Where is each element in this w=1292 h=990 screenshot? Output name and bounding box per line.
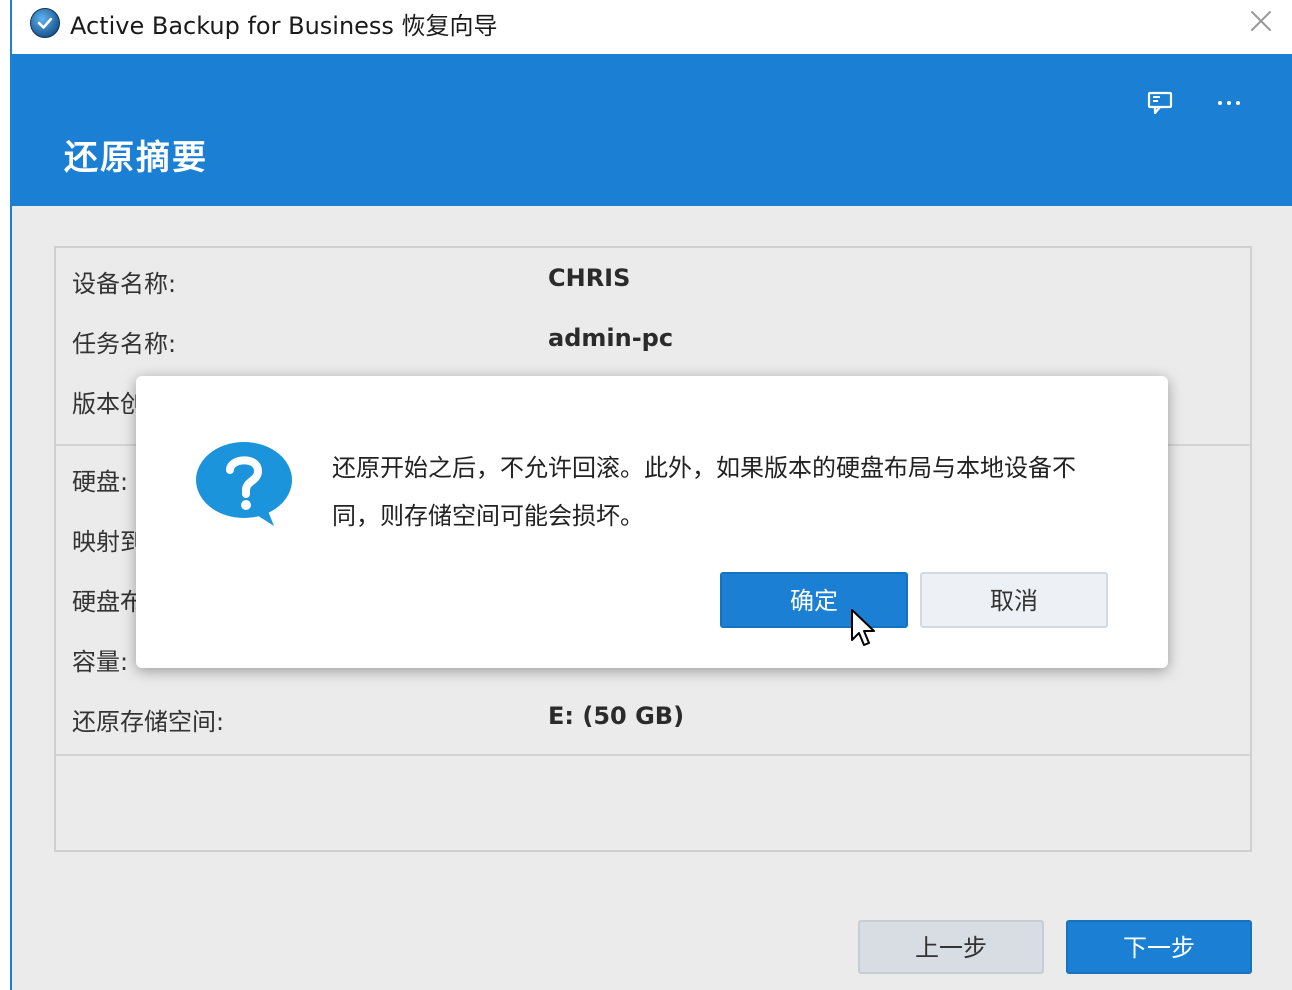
task-name-value: admin-pc bbox=[548, 324, 674, 352]
wizard-header: 还原摘要 bbox=[12, 54, 1292, 206]
question-bubble-icon bbox=[194, 440, 294, 530]
device-name-label: 设备名称: bbox=[72, 270, 177, 298]
version-created-label: 版本创 bbox=[72, 390, 144, 418]
more-icon[interactable] bbox=[1214, 88, 1244, 118]
cancel-button[interactable]: 取消 bbox=[920, 572, 1108, 628]
mapped-to-label: 映射到 bbox=[72, 528, 144, 556]
close-icon[interactable] bbox=[1244, 4, 1278, 38]
next-button[interactable]: 下一步 bbox=[1066, 920, 1252, 974]
confirm-dialog: 还原开始之后，不允许回滚。此外，如果版本的硬盘布局与本地设备不 同，则存储空间可… bbox=[136, 376, 1168, 668]
app-logo-icon bbox=[30, 8, 60, 38]
page-title: 还原摘要 bbox=[64, 138, 208, 178]
task-name-label: 任务名称: bbox=[72, 330, 177, 358]
capacity-label: 容量: bbox=[72, 648, 129, 676]
section-divider bbox=[56, 754, 1250, 756]
dialog-message-line: 还原开始之后，不允许回滚。此外，如果版本的硬盘布局与本地设备不 bbox=[332, 454, 1076, 482]
previous-button[interactable]: 上一步 bbox=[858, 920, 1044, 974]
dialog-message-line: 同，则存储空间可能会损坏。 bbox=[332, 502, 644, 530]
disk-label: 硬盘: bbox=[72, 468, 129, 496]
restore-storage-value: E: (50 GB) bbox=[548, 702, 685, 730]
device-name-value: CHRIS bbox=[548, 264, 631, 292]
dialog-message: 还原开始之后，不允许回滚。此外，如果版本的硬盘布局与本地设备不 同，则存储空间可… bbox=[332, 444, 1092, 540]
restore-storage-label: 还原存储空间: bbox=[72, 708, 225, 736]
title-bar: Active Backup for Business 恢复向导 bbox=[12, 0, 1292, 54]
window-title: Active Backup for Business 恢复向导 bbox=[70, 12, 498, 40]
feedback-icon[interactable] bbox=[1146, 88, 1176, 118]
ok-button[interactable]: 确定 bbox=[720, 572, 908, 628]
disk-layout-label: 硬盘布 bbox=[72, 588, 144, 616]
